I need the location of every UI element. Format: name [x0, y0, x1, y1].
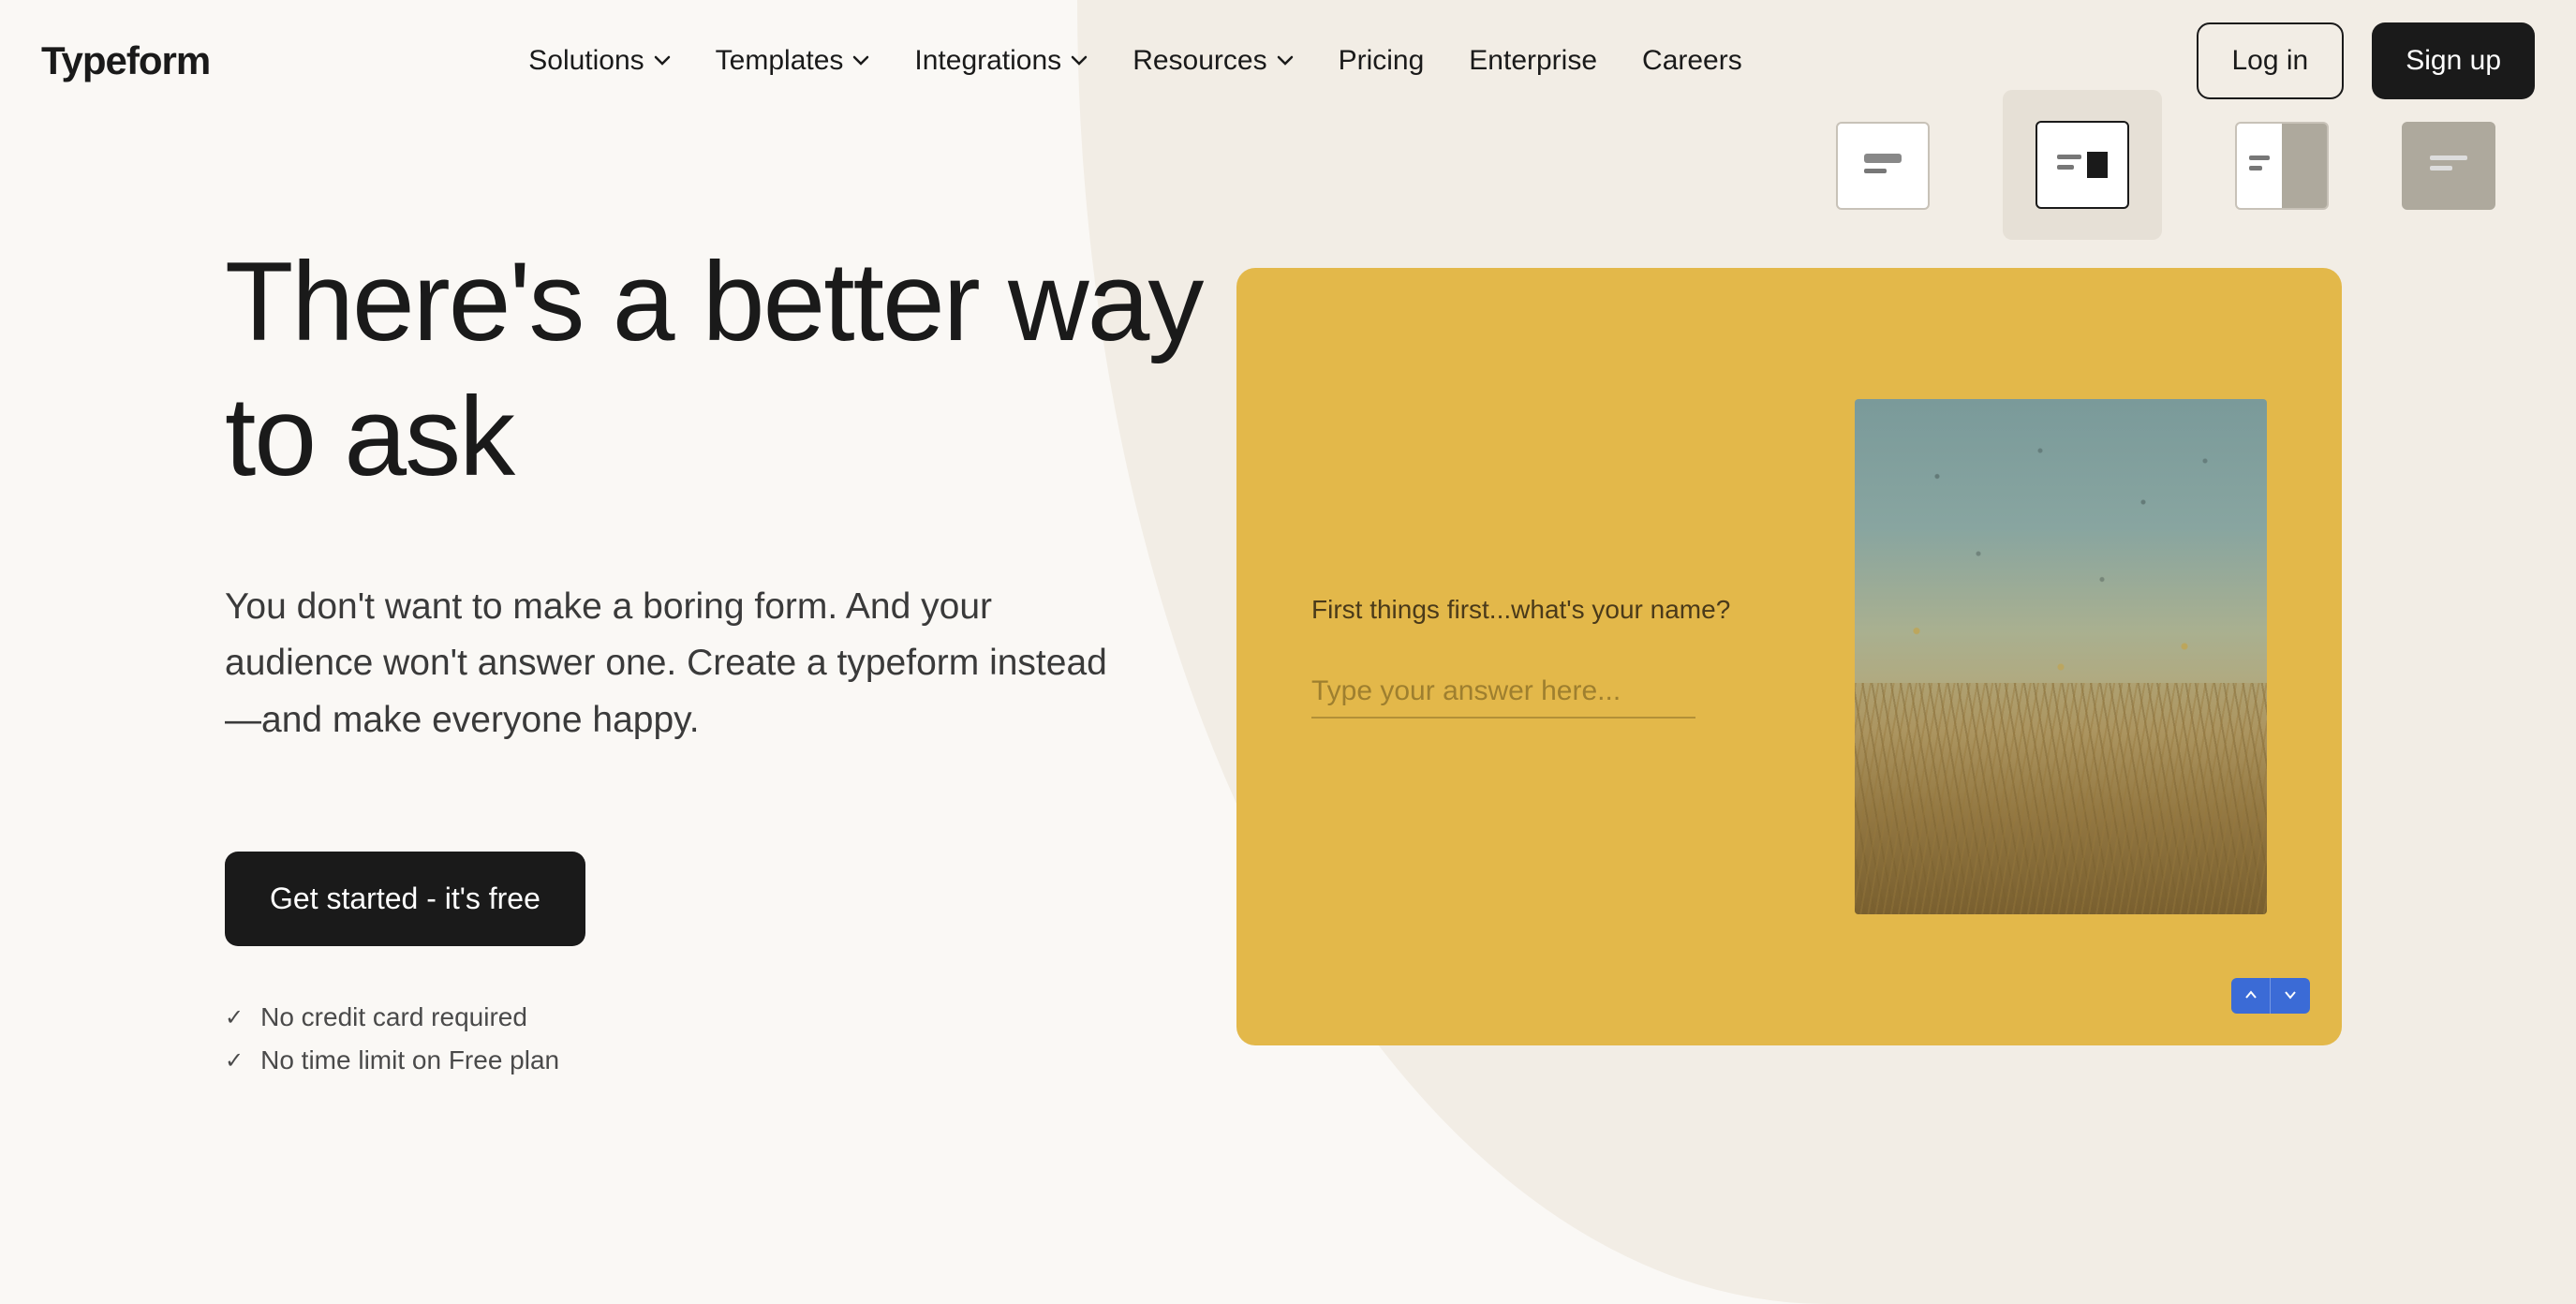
nav-enterprise[interactable]: Enterprise	[1469, 45, 1597, 77]
form-image	[1855, 399, 2267, 914]
signup-button[interactable]: Sign up	[2372, 22, 2535, 99]
form-question-text: First things first...what's your name?	[1311, 595, 1855, 625]
feature-list: ✓ No credit card required ✓ No time limi…	[225, 1002, 1218, 1075]
form-question-area: First things first...what's your name?	[1311, 595, 1855, 719]
chevron-up-icon	[2244, 987, 2258, 1004]
auth-buttons: Log in Sign up	[2197, 22, 2536, 99]
get-started-button[interactable]: Get started - it's free	[225, 852, 585, 946]
chevron-down-icon	[2284, 987, 2297, 1004]
site-header: Typeform Solutions Templates Integration…	[0, 0, 2576, 122]
main-nav: Solutions Templates Integrations Resourc…	[528, 45, 1741, 77]
nav-label: Solutions	[528, 45, 644, 77]
login-button[interactable]: Log in	[2197, 22, 2345, 99]
nav-pricing[interactable]: Pricing	[1339, 45, 1425, 77]
form-answer-input[interactable]	[1311, 666, 1695, 719]
chevron-down-icon	[654, 55, 671, 67]
nav-resources[interactable]: Resources	[1133, 45, 1293, 77]
chevron-down-icon	[1071, 55, 1088, 67]
nav-label: Templates	[716, 45, 844, 77]
layout-option-split[interactable]	[2235, 122, 2329, 210]
nav-solutions[interactable]: Solutions	[528, 45, 670, 77]
hero-section: There's a better way to ask You don't wa…	[0, 122, 2576, 1089]
nav-label: Pricing	[1339, 45, 1425, 77]
check-icon: ✓	[225, 1004, 244, 1031]
layout-picker	[1836, 122, 2495, 240]
form-next-button[interactable]	[2271, 978, 2310, 1014]
hero-preview-column: First things first...what's your name?	[1236, 122, 2495, 1045]
chevron-down-icon	[1277, 55, 1294, 67]
nav-templates[interactable]: Templates	[716, 45, 870, 77]
nav-label: Resources	[1133, 45, 1266, 77]
form-preview: First things first...what's your name?	[1236, 268, 2342, 1045]
feature-text: No credit card required	[260, 1002, 527, 1032]
chevron-down-icon	[852, 55, 869, 67]
hero-subtext: You don't want to make a boring form. An…	[225, 579, 1124, 748]
nav-careers[interactable]: Careers	[1642, 45, 1742, 77]
nav-label: Integrations	[914, 45, 1061, 77]
nav-integrations[interactable]: Integrations	[914, 45, 1088, 77]
nav-label: Careers	[1642, 45, 1742, 77]
feature-text: No time limit on Free plan	[260, 1045, 559, 1075]
hero-text-column: There's a better way to ask You don't wa…	[225, 234, 1218, 1089]
feature-item: ✓ No credit card required	[225, 1002, 1218, 1032]
form-prev-button[interactable]	[2231, 978, 2271, 1014]
hero-headline: There's a better way to ask	[225, 234, 1218, 504]
layout-option-background[interactable]	[2402, 122, 2495, 210]
layout-option-centered[interactable]	[1836, 122, 1930, 210]
feature-item: ✓ No time limit on Free plan	[225, 1045, 1218, 1075]
nav-label: Enterprise	[1469, 45, 1597, 77]
check-icon: ✓	[225, 1047, 244, 1074]
form-nav-controls	[2231, 978, 2310, 1014]
brand-logo[interactable]: Typeform	[41, 38, 210, 83]
